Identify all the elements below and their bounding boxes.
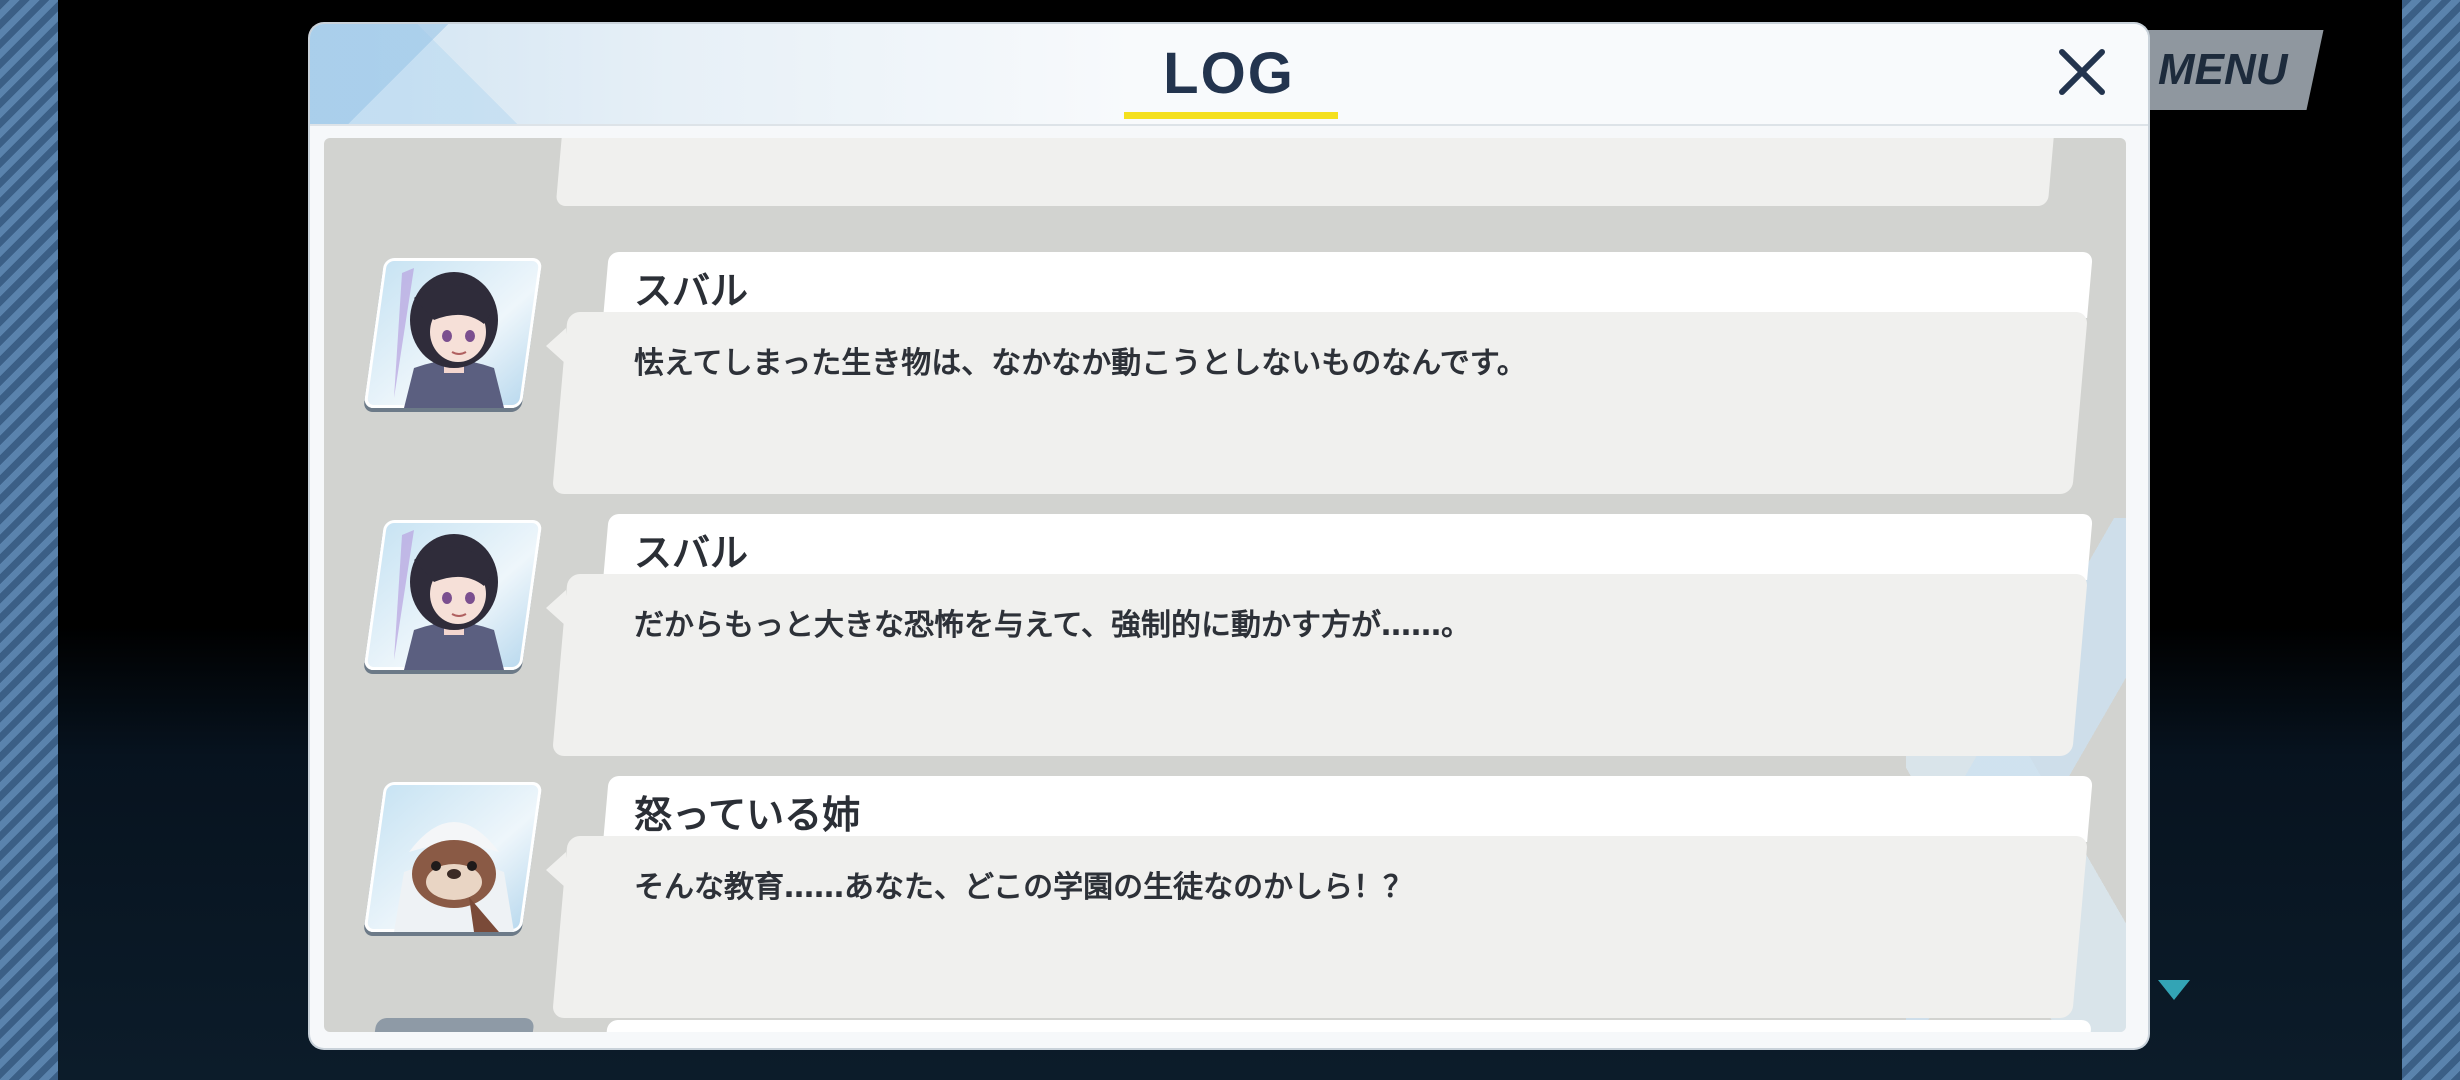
log-entry: 怒っている姉 そんな教育……あなた、どこの学園の生徒なのかしら！？ [324, 776, 2126, 1032]
message-pointer [546, 590, 566, 626]
log-title: LOG [1163, 41, 1295, 106]
close-icon [2059, 49, 2105, 95]
close-button[interactable] [2050, 40, 2114, 104]
menu-button-label: MENU [2157, 45, 2288, 94]
message-text: そんな教育……あなた、どこの学園の生徒なのかしら！？ [634, 870, 1414, 905]
next-arrow-icon [2158, 980, 2190, 1000]
subaru-portrait-icon [394, 530, 504, 670]
speaker-name-tab [603, 514, 2093, 580]
log-entry: スバル だからもっと大きな恐怖を与えて、強制的に動かす方が……。 [324, 514, 2126, 774]
message-text: だからもっと大きな恐怖を与えて、強制的に動かす方が……。 [634, 608, 1471, 643]
next-entry-portrait [371, 1018, 535, 1032]
message-text: 怯えてしまった生き物は、なかなか動こうとしないものなんです。 [634, 346, 1527, 381]
message-pointer [546, 328, 566, 364]
speaker-name: 怒っている姉 [634, 793, 861, 837]
speaker-portrait [363, 258, 543, 408]
log-dialog: LOG スバル 怯えてしまった生き物は、なかなか動こうとしないものなんです。 ス… [310, 24, 2148, 1048]
log-scroll-area[interactable]: スバル 怯えてしまった生き物は、なかなか動こうとしないものなんです。 スバル だ… [324, 138, 2126, 1032]
subaru-portrait-icon [394, 268, 504, 408]
speaker-name-tab [603, 252, 2093, 318]
log-dialog-header: LOG [310, 24, 2148, 126]
menu-button[interactable]: MENU [2121, 30, 2324, 110]
log-entry: スバル 怯えてしまった生き物は、なかなか動こうとしないものなんです。 [324, 252, 2126, 512]
speaker-name: スバル [634, 531, 749, 575]
speaker-name: スバル [634, 269, 749, 313]
speaker-portrait [363, 520, 543, 670]
message-pointer [546, 852, 566, 888]
right-edge-stripe [2402, 0, 2460, 1080]
left-edge-stripe [0, 0, 58, 1080]
angry-sister-portrait-icon [394, 822, 514, 932]
title-underline [1124, 112, 1338, 119]
speaker-portrait [363, 782, 543, 932]
next-entry-name-tab [604, 1020, 2092, 1032]
previous-message-box [555, 138, 2057, 206]
